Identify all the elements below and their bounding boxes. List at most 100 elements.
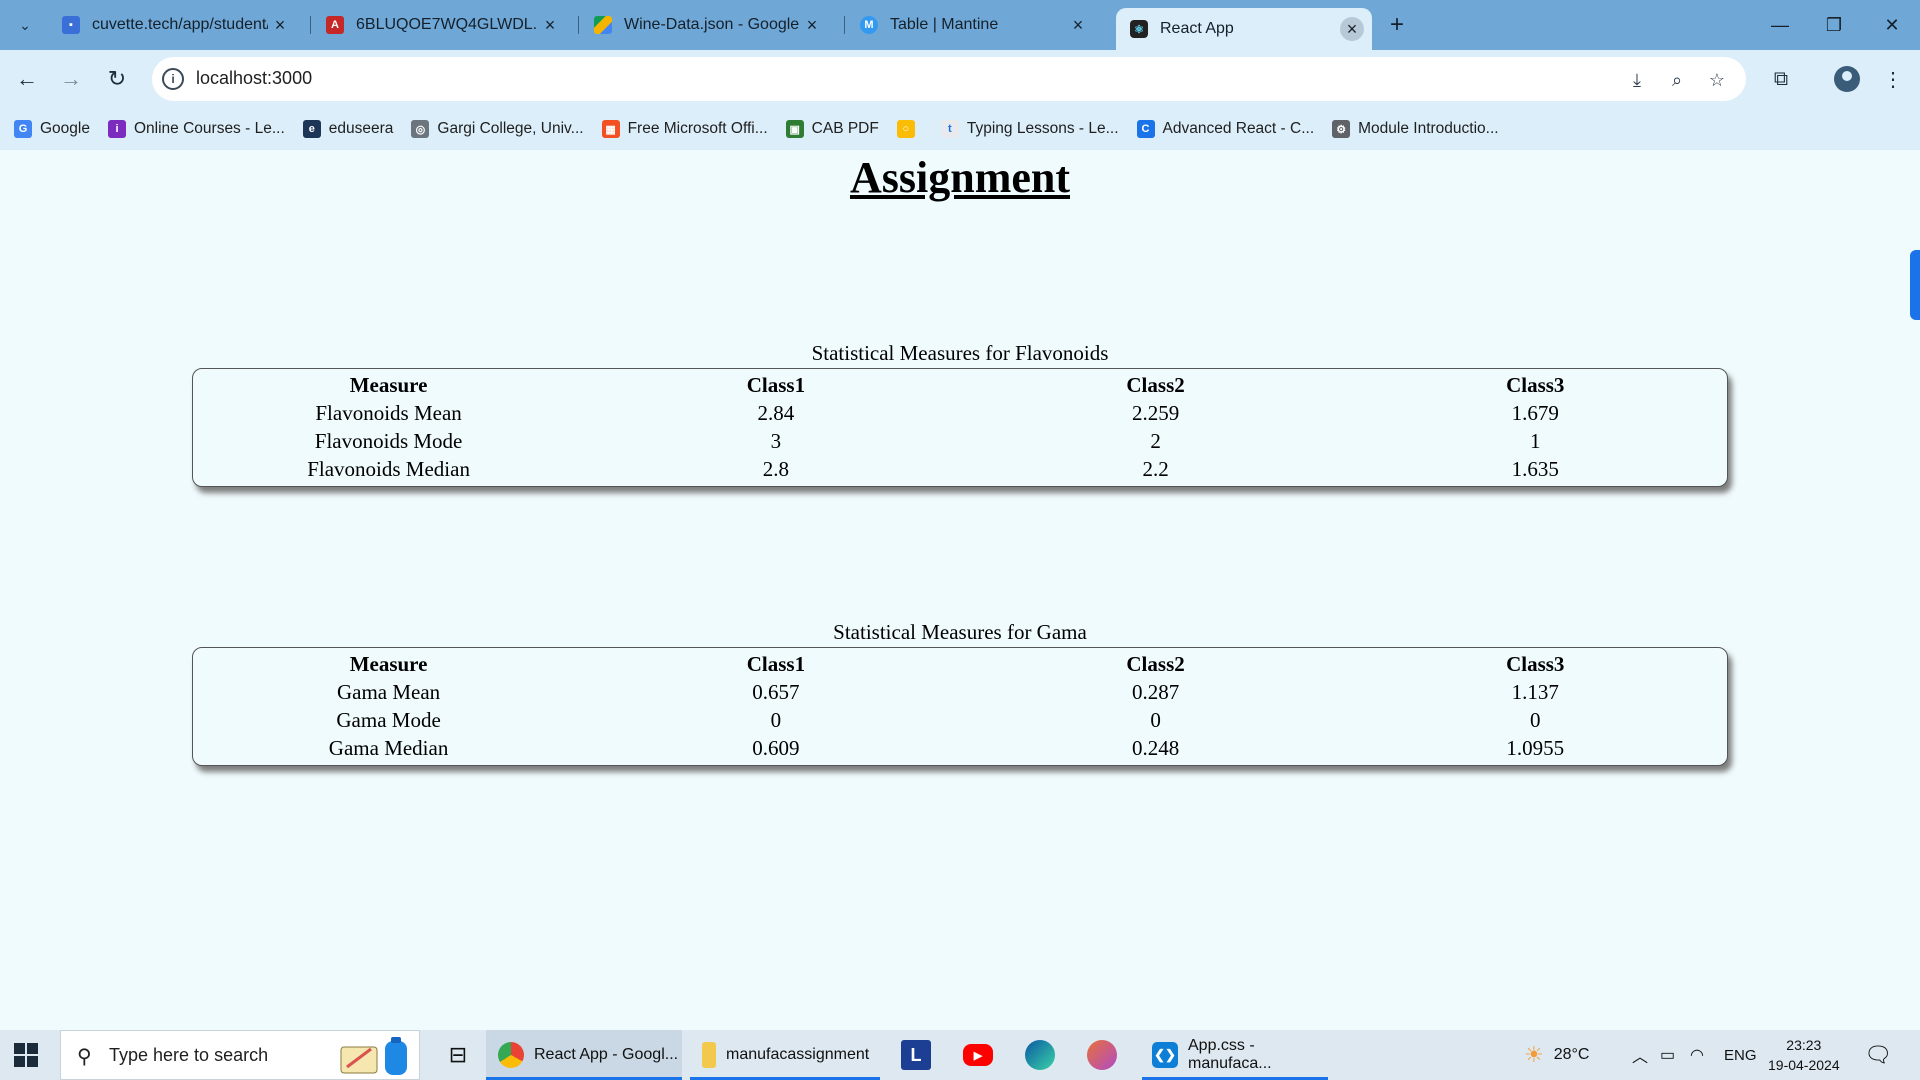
bookmark-item[interactable]: t Typing Lessons - Le... [940,120,1119,138]
chrome-menu-icon[interactable]: ⋮ [1876,62,1910,96]
taskbar-app-edge[interactable] [1022,1030,1058,1080]
bookmark-label: Module Introductio... [1358,120,1499,137]
bookmark-item[interactable]: ▦ Free Microsoft Offi... [601,120,768,138]
tab-google-drive[interactable]: Wine-Data.json - Google Drive × [580,8,832,42]
table-row: Flavonoids Median 2.8 2.2 1.635 [193,455,1727,483]
url-text[interactable]: localhost:3000 [196,68,312,89]
tab-divider [844,16,845,34]
taskbar-app-edge-dev[interactable] [1084,1030,1120,1080]
taskbar-search-box[interactable]: ⚲ Type here to search [60,1030,420,1080]
page-viewport: Assignment Statistical Measures for Flav… [0,150,1920,1030]
tab-mantine[interactable]: M Table | Mantine × [846,8,1098,42]
restore-icon[interactable]: ❐ [1804,0,1864,50]
minimize-icon[interactable]: — [1750,0,1810,50]
table-cell: 0 [770,708,782,732]
reload-icon[interactable]: ↻ [100,62,134,96]
bookmarks-bar: G Google i Online Courses - Le... e eduseera ◎… [0,108,1920,150]
google-icon: G [14,120,32,138]
bookmark-label: Advanced React - C... [1162,120,1315,137]
scrollbar-thumb[interactable] [1910,250,1920,320]
cab-pdf-icon: ▣ [785,120,804,138]
bookmark-label: CAB PDF [811,120,879,137]
bookmark-item[interactable]: i Online Courses - Le... [107,120,285,138]
site-info-icon[interactable]: i [162,68,184,90]
header-class3: Class3 [1506,373,1565,397]
microsoft-icon: ▦ [601,120,620,138]
tab-title: Table | Mantine [890,16,999,33]
taskbar-app-vscode[interactable]: ❮❯ App.css - manufaca... [1142,1030,1328,1080]
forward-arrow-icon[interactable]: → [54,62,88,96]
search-icon: ⚲ [77,1046,92,1068]
weather-widget[interactable]: ☀ 28°C [1524,1030,1589,1080]
tab-pdf[interactable]: A 6BLUQOE7WQ4GLWDL.pdf × [312,8,570,42]
new-tab-plus-icon[interactable]: + [1382,10,1412,40]
close-tab-icon[interactable]: × [800,13,824,37]
close-tab-icon[interactable]: × [538,13,562,37]
close-window-icon[interactable]: ✕ [1862,0,1920,50]
language-indicator[interactable]: ENG [1724,1030,1757,1080]
bookmark-item[interactable]: ▣ CAB PDF [785,120,879,138]
google-drive-icon [594,16,612,34]
table-cell: 0 [1150,708,1161,732]
react-icon: ⚛ [1130,20,1148,38]
tab-divider [578,16,579,34]
extensions-puzzle-icon[interactable]: ⧉ [1764,62,1798,96]
tab-react-app[interactable]: ⚛ React App × [1116,8,1372,50]
notifications-icon[interactable]: 🗨 [1864,1030,1892,1080]
wifi-icon[interactable]: ◠ [1690,1030,1704,1080]
bookmark-item[interactable]: ⚙ Module Introductio... [1332,120,1499,138]
profile-avatar-icon[interactable] [1834,66,1860,92]
taskbar-app-l[interactable]: L [898,1030,934,1080]
bookmark-star-icon[interactable]: ☆ [1704,67,1730,93]
typing-lessons-icon: t [940,120,959,138]
task-view-icon[interactable]: ⊟ [438,1030,478,1080]
taskbar-app-youtube[interactable]: ▶ [960,1030,996,1080]
cuvette-icon: ▪ [62,16,80,34]
table-cell: 0.657 [752,680,800,704]
table-row: Flavonoids Mode 3 2 1 [193,427,1727,455]
table-cell: Gama Mode [336,708,441,732]
tab-title: Wine-Data.json - Google Drive [624,16,800,33]
table-header-row: Measure Class1 Class2 Class3 [193,371,1727,399]
flavonoids-table-box: Measure Class1 Class2 Class3 Flavonoids … [192,368,1728,487]
bookmark-item[interactable]: ○ [896,120,923,138]
windows-taskbar: ⚲ Type here to search ⊟ React App - Goog… [0,1030,1920,1080]
bookmark-item[interactable]: G Google [14,120,90,138]
bookmark-item[interactable]: C Advanced React - C... [1136,120,1315,138]
search-placeholder: Type here to search [109,1045,269,1065]
close-tab-icon[interactable]: × [1066,13,1090,37]
zoom-icon[interactable]: ⌕ [1664,67,1690,93]
close-tab-icon[interactable]: × [268,13,292,37]
table-cell: 1.635 [1511,457,1559,481]
clock[interactable]: 23:23 19-04-2024 [1768,1030,1840,1080]
taskbar-app-chrome[interactable]: React App - Googl... [486,1030,682,1080]
address-bar[interactable]: i localhost:3000 ⤓ ⌕ ☆ [152,57,1746,101]
header-measure: Measure [349,652,428,676]
gama-table-box: Measure Class1 Class2 Class3 Gama Mean 0… [192,647,1728,766]
clock-date: 19-04-2024 [1768,1057,1840,1073]
browser-toolbar: ← → ↻ i localhost:3000 ⤓ ⌕ ☆ ⧉ ⋮ [0,50,1920,108]
bookmark-item[interactable]: e eduseera [302,120,394,138]
taskbar-app-label: App.css - manufaca... [1188,1037,1272,1072]
show-hidden-icons-chevron-icon[interactable]: ︿ [1632,1030,1648,1080]
taskbar-app-label: React App - Googl... [534,1046,679,1063]
tab-cuvette[interactable]: ▪ cuvette.tech/app/student/ × [48,8,300,42]
search-highlight-illustration-icon [340,1037,407,1075]
back-arrow-icon[interactable]: ← [10,62,44,96]
battery-icon[interactable]: ▭ [1660,1030,1675,1080]
table-header-row: Measure Class1 Class2 Class3 [193,650,1727,678]
install-app-icon[interactable]: ⤓ [1624,67,1650,93]
bookmark-item[interactable]: ◎ Gargi College, Univ... [411,120,584,138]
bookmark-label: eduseera [328,120,394,137]
table-cell: Flavonoids Median [307,457,470,481]
table-cell: Gama Mean [336,680,441,704]
windows-start-icon[interactable] [14,1043,38,1067]
table-cell: 1 [1529,429,1541,453]
table-cell: 2.2 [1142,457,1169,481]
close-tab-icon[interactable]: × [1340,17,1364,41]
table-cell: 2.8 [762,457,790,481]
header-class3: Class3 [1506,652,1565,676]
table-cell: 1.679 [1511,401,1559,425]
tab-search-chevron-icon[interactable]: ⌄ [8,9,42,41]
taskbar-app-explorer[interactable]: manufacassignment [690,1030,880,1080]
